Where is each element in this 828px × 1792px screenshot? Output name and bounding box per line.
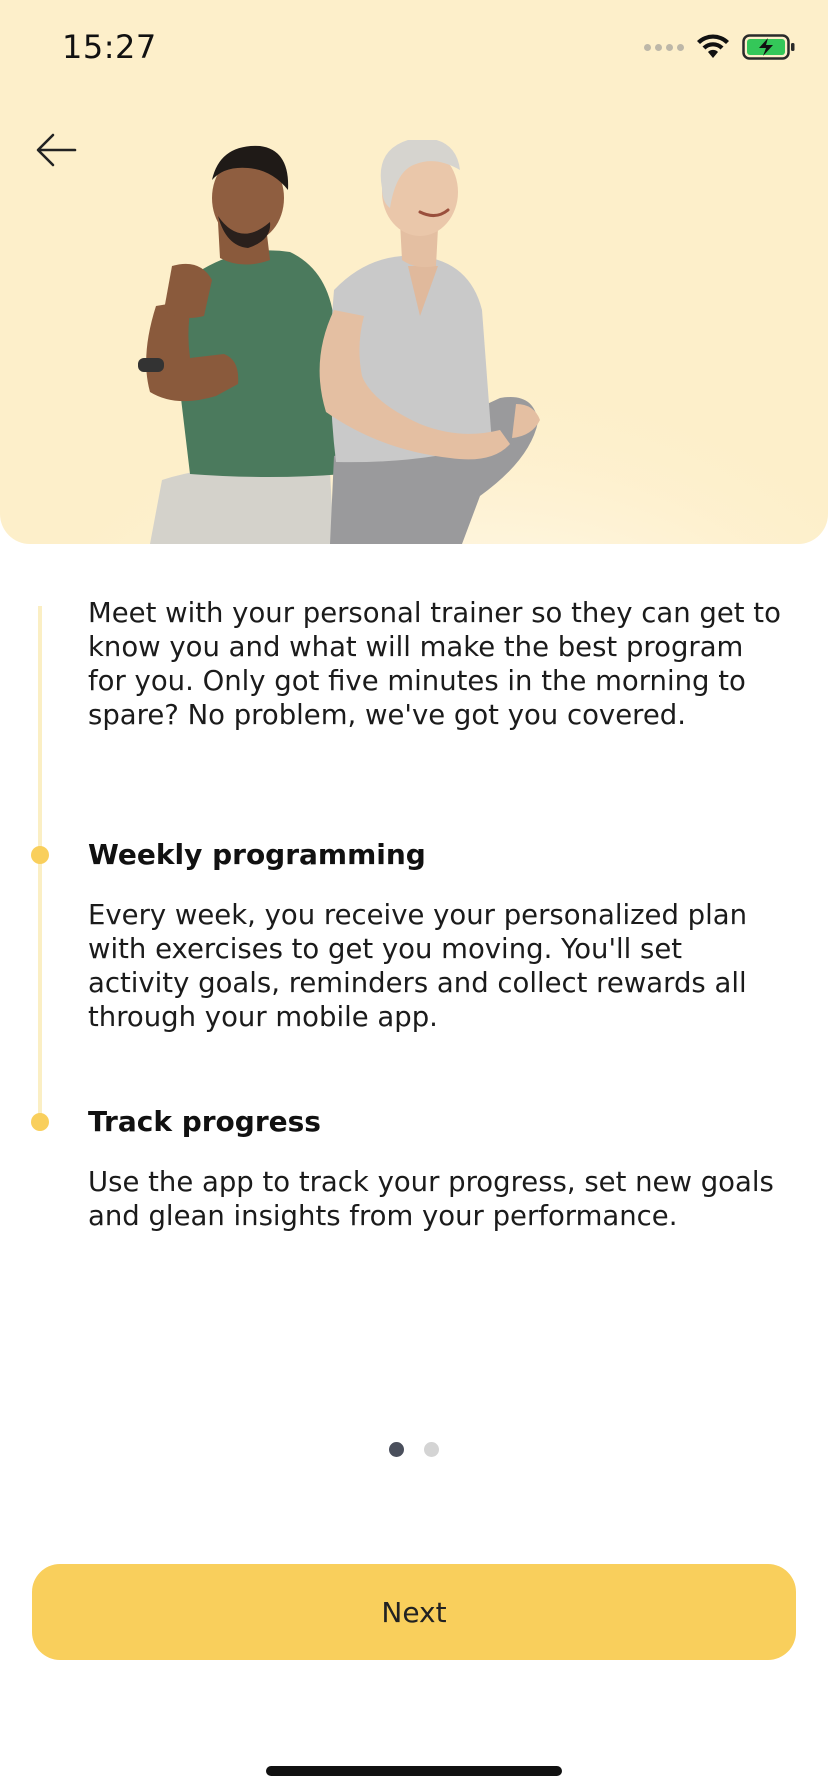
page-indicator	[0, 1442, 828, 1457]
cellular-signal-icon	[644, 43, 684, 51]
step-description: Meet with your personal trainer so they …	[88, 597, 781, 731]
next-button[interactable]: Next	[32, 1564, 796, 1660]
step-heading: Weekly programming	[88, 838, 426, 871]
step-description: Use the app to track your progress, set …	[88, 1166, 774, 1232]
timeline-line	[38, 606, 42, 1126]
step-description: Every week, you receive your personalize…	[88, 899, 748, 1033]
page-dot-active	[389, 1442, 404, 1457]
page-dot	[424, 1442, 439, 1457]
wifi-icon	[697, 34, 729, 58]
timeline-dot	[31, 1113, 49, 1131]
home-indicator	[266, 1766, 562, 1776]
hero-illustration	[138, 140, 540, 544]
timeline-dot	[31, 846, 49, 864]
arrow-left-icon	[36, 133, 77, 167]
step-heading: Track progress	[88, 1105, 321, 1138]
battery-charging-icon	[742, 34, 795, 60]
hero-banner: 15:27	[0, 0, 828, 544]
back-button[interactable]	[30, 124, 82, 176]
status-icons	[644, 34, 796, 60]
status-time: 15:27	[62, 28, 157, 66]
